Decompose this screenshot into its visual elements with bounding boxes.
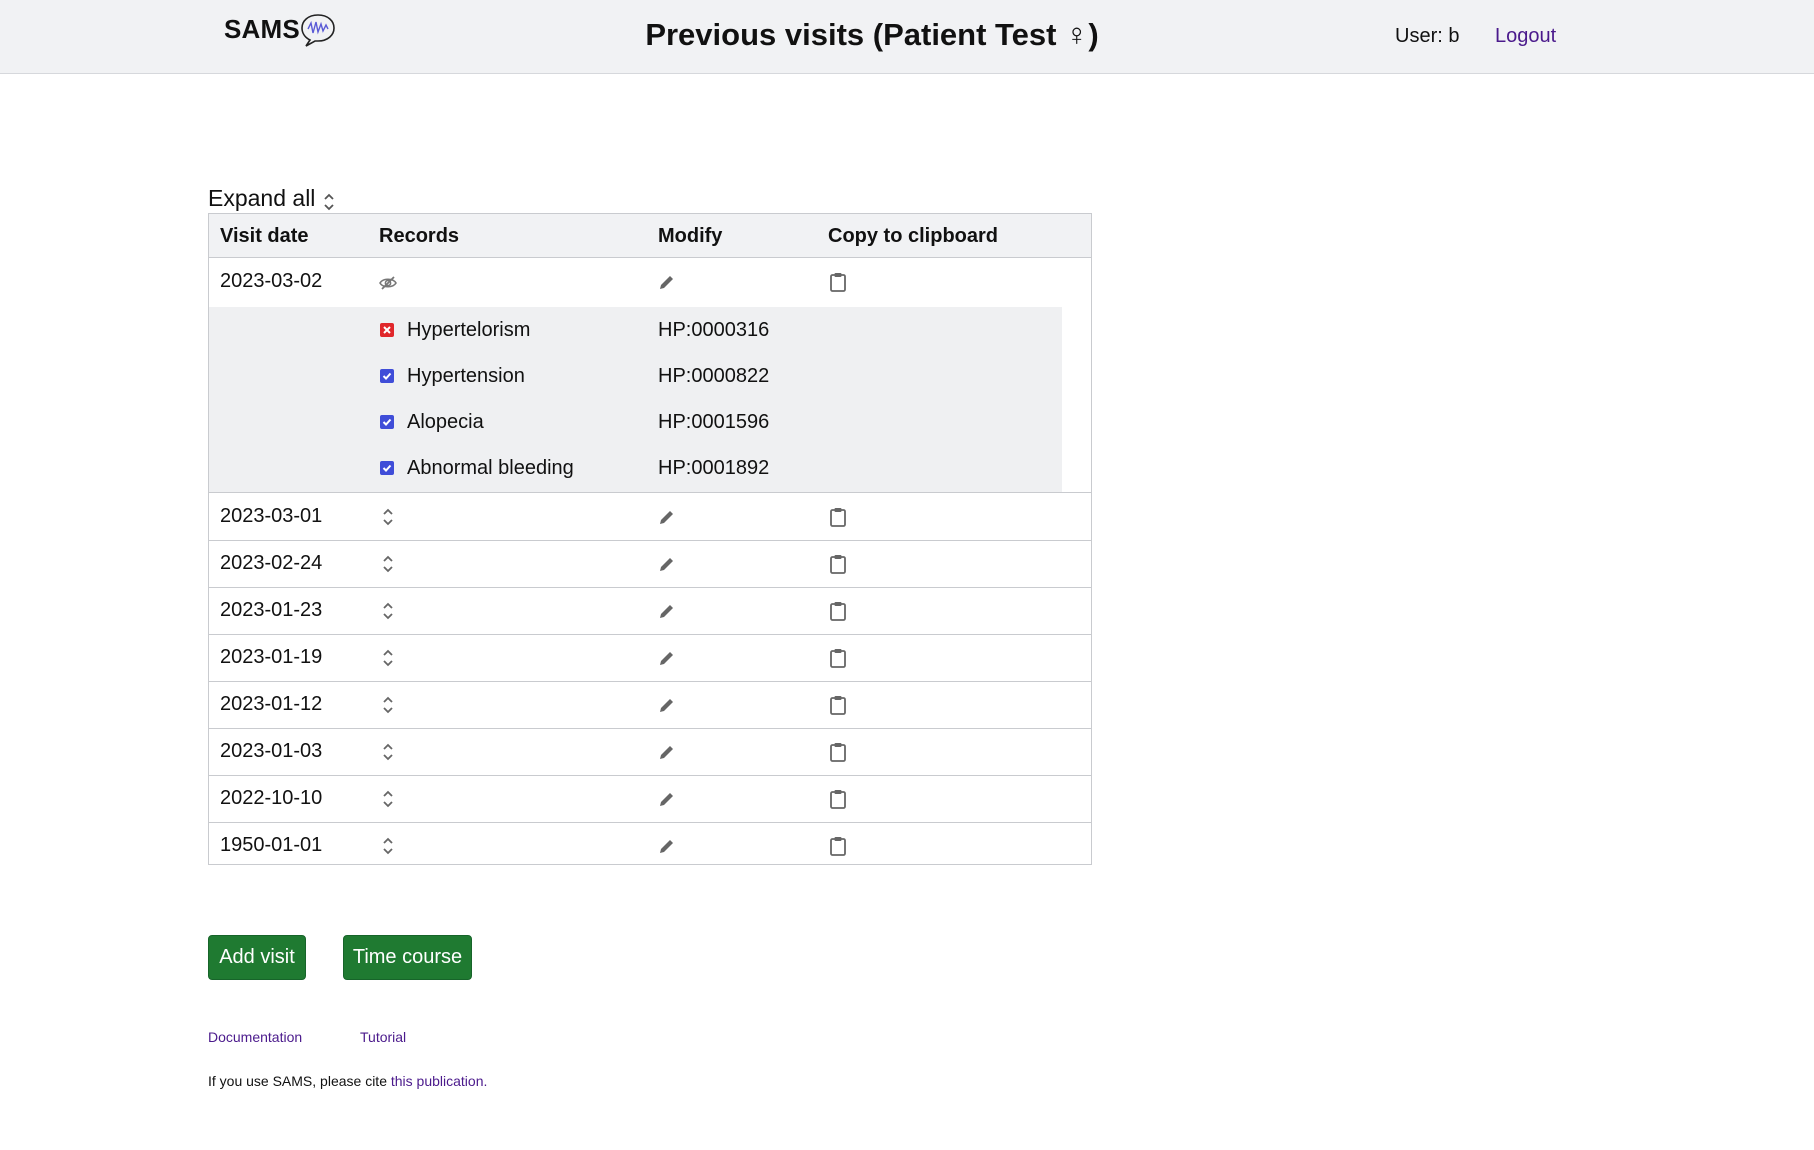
record-item: Hypertension HP:0000822 (209, 353, 1062, 399)
citation-note: If you use SAMS, please cite this public… (208, 1073, 487, 1089)
expand-all-label: Expand all (208, 185, 316, 211)
clipboard-icon[interactable] (828, 507, 848, 527)
record-item: Alopecia HP:0001596 (209, 399, 1062, 445)
record-item: Hypertelorism HP:0000316 (209, 307, 1062, 353)
page-title: Previous visits (Patient Test ♀) (645, 17, 1099, 52)
chevron-up-down-icon[interactable] (378, 648, 398, 668)
column-header-records: Records (379, 225, 460, 247)
visit-date: 2023-01-23 (220, 599, 323, 621)
tutorial-link[interactable]: Tutorial (360, 1029, 406, 1045)
pencil-icon[interactable] (657, 695, 677, 715)
clipboard-icon[interactable] (828, 742, 848, 762)
visit-date: 2023-02-24 (220, 552, 323, 574)
pencil-icon[interactable] (657, 648, 677, 668)
table-row: 2023-01-23 (209, 587, 1091, 635)
expand-all-toggle[interactable]: Expand all (208, 185, 335, 212)
chevron-up-down-icon[interactable] (378, 695, 398, 715)
included-checkbox[interactable] (380, 461, 394, 475)
citation-text: If you use SAMS, please cite (208, 1073, 391, 1089)
table-header: Visit date Records Modify Copy to clipbo… (209, 214, 1091, 258)
eye-slash-icon[interactable] (378, 272, 398, 292)
clipboard-icon[interactable] (828, 554, 848, 574)
header-bar: SAMS Previous visits (Patient Test ♀) Us… (0, 0, 1814, 74)
time-course-button[interactable]: Time course (343, 935, 472, 980)
pencil-icon[interactable] (657, 789, 677, 809)
table-row: 2023-02-24 (209, 540, 1091, 588)
pencil-icon[interactable] (657, 742, 677, 762)
table-row: 2023-01-12 (209, 681, 1091, 729)
clipboard-icon[interactable] (828, 648, 848, 668)
included-checkbox[interactable] (380, 415, 394, 429)
visit-date: 2023-03-01 (220, 505, 323, 527)
record-name: Hypertension (407, 365, 525, 387)
included-checkbox[interactable] (380, 369, 394, 383)
chevron-up-down-icon[interactable] (378, 742, 398, 762)
record-hpo-id: HP:0000316 (658, 319, 770, 341)
chevron-up-down-icon[interactable] (378, 836, 398, 856)
clipboard-icon[interactable] (828, 601, 848, 621)
excluded-checkbox[interactable] (380, 323, 394, 337)
record-item: Abnormal bleeding HP:0001892 (209, 445, 1062, 491)
visit-date: 2023-03-02 (220, 270, 323, 292)
record-hpo-id: HP:0000822 (658, 365, 770, 387)
visit-date: 2023-01-12 (220, 693, 323, 715)
chevron-up-down-icon[interactable] (378, 789, 398, 809)
visit-date: 2022-10-10 (220, 787, 323, 809)
record-name: Alopecia (407, 411, 484, 433)
record-name: Hypertelorism (407, 319, 531, 341)
clipboard-icon[interactable] (828, 695, 848, 715)
documentation-link[interactable]: Documentation (208, 1029, 302, 1045)
chevron-up-down-icon[interactable] (378, 601, 398, 621)
column-header-visit-date: Visit date (220, 225, 309, 247)
column-header-copy: Copy to clipboard (828, 225, 998, 247)
record-hpo-id: HP:0001596 (658, 411, 770, 433)
clipboard-icon[interactable] (828, 272, 848, 292)
add-visit-button[interactable]: Add visit (208, 935, 306, 980)
pencil-icon[interactable] (657, 272, 677, 292)
record-name: Abnormal bleeding (407, 457, 574, 479)
clipboard-icon[interactable] (828, 836, 848, 856)
table-row: 2023-01-19 (209, 634, 1091, 682)
clipboard-icon[interactable] (828, 789, 848, 809)
column-header-modify: Modify (658, 225, 723, 247)
chevron-up-down-icon[interactable] (378, 554, 398, 574)
expanded-records-panel: Hypertelorism HP:0000316 Hypertension HP… (209, 307, 1062, 492)
table-row: 2022-10-10 (209, 775, 1091, 823)
chevron-up-down-icon[interactable] (378, 507, 398, 527)
pencil-icon[interactable] (657, 836, 677, 856)
table-row: 1950-01-01 (209, 822, 1091, 869)
chevron-up-down-icon (324, 193, 335, 211)
pencil-icon[interactable] (657, 601, 677, 621)
table-row: 2023-01-03 (209, 728, 1091, 776)
pencil-icon[interactable] (657, 507, 677, 527)
record-hpo-id: HP:0001892 (658, 457, 770, 479)
user-label: User: b (1395, 25, 1460, 47)
visits-table: Visit date Records Modify Copy to clipbo… (208, 213, 1092, 865)
logout-link[interactable]: Logout (1495, 25, 1556, 48)
visit-date: 1950-01-01 (220, 834, 323, 856)
table-row: 2023-03-01 (209, 493, 1091, 541)
publication-link[interactable]: this publication. (391, 1073, 488, 1089)
visit-date: 2023-01-03 (220, 740, 323, 762)
visit-date: 2023-01-19 (220, 646, 323, 668)
pencil-icon[interactable] (657, 554, 677, 574)
